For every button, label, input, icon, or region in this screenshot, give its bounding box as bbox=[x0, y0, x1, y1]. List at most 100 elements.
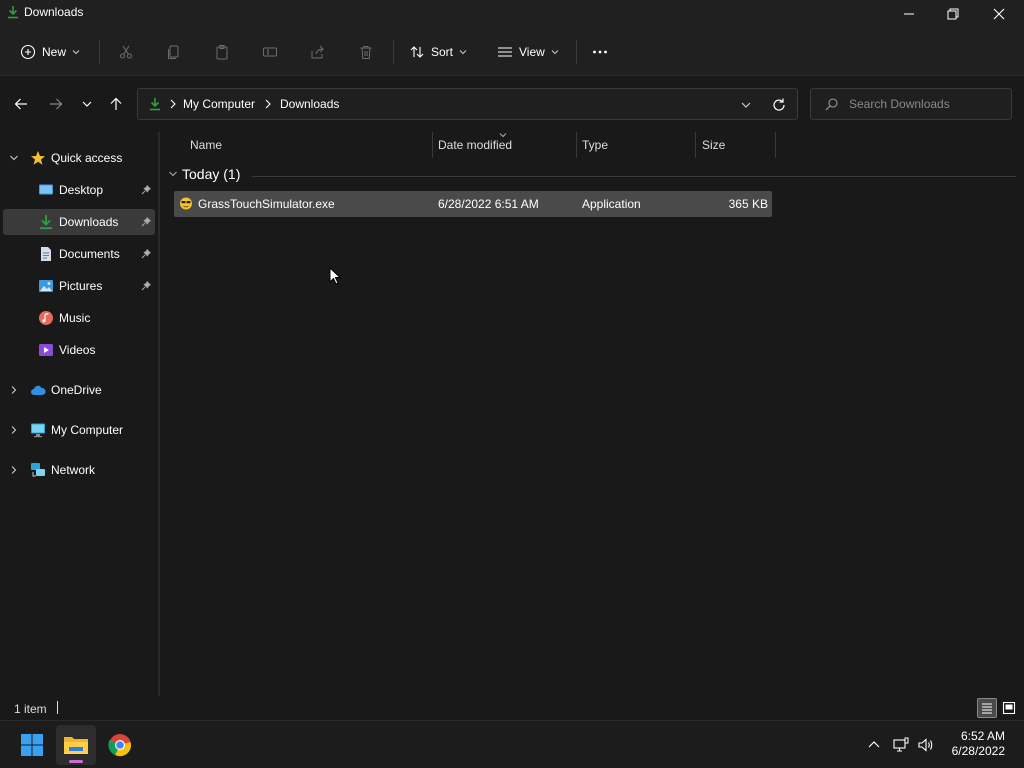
share-icon bbox=[311, 45, 324, 59]
sidebar-item-label: Documents bbox=[59, 247, 120, 261]
breadcrumb-downloads[interactable]: Downloads bbox=[280, 97, 339, 111]
start-button[interactable] bbox=[12, 725, 52, 765]
chevron-down-icon[interactable] bbox=[9, 153, 19, 163]
chevron-down-icon bbox=[169, 171, 177, 177]
list-view-icon bbox=[498, 47, 512, 57]
trash-icon bbox=[360, 46, 372, 59]
column-divider[interactable] bbox=[576, 132, 577, 158]
refresh-icon[interactable] bbox=[771, 97, 787, 113]
network-icon bbox=[31, 463, 45, 477]
chevron-right-icon[interactable] bbox=[9, 425, 19, 435]
view-label: View bbox=[519, 45, 545, 59]
taskbar: 6:52 AM 6/28/2022 bbox=[0, 720, 1024, 768]
delete-button[interactable] bbox=[358, 38, 374, 66]
sidebar-item-pictures[interactable]: Pictures bbox=[3, 273, 155, 299]
system-clock[interactable]: 6:52 AM 6/28/2022 bbox=[945, 729, 1005, 759]
clock-date: 6/28/2022 bbox=[951, 744, 1005, 758]
chevron-right-icon[interactable] bbox=[9, 385, 19, 395]
rename-button[interactable] bbox=[262, 38, 278, 66]
minimize-button[interactable] bbox=[886, 0, 932, 28]
sort-icon bbox=[410, 46, 424, 58]
sidebar-item-music[interactable]: Music bbox=[3, 305, 155, 331]
restore-button[interactable] bbox=[930, 0, 976, 28]
table-row[interactable]: GrassTouchSimulator.exe 6/28/2022 6:51 A… bbox=[174, 191, 772, 217]
pin-icon[interactable] bbox=[141, 248, 152, 259]
sidebar-item-network[interactable]: Network bbox=[3, 457, 155, 483]
windows-logo-icon bbox=[21, 734, 43, 756]
file-date-modified: 6/28/2022 6:51 AM bbox=[438, 197, 539, 211]
search-input[interactable] bbox=[849, 95, 1004, 113]
tiles-view-icon bbox=[1002, 701, 1016, 715]
column-header-type[interactable]: Type bbox=[582, 138, 608, 152]
sidebar-item-label: My Computer bbox=[51, 423, 124, 437]
view-button[interactable]: View bbox=[497, 38, 559, 66]
sidebar-item-label: Downloads bbox=[59, 215, 119, 229]
pin-icon[interactable] bbox=[141, 184, 152, 195]
large-icons-view-button[interactable] bbox=[999, 698, 1019, 718]
network-status-icon[interactable] bbox=[893, 737, 909, 753]
taskbar-chrome[interactable] bbox=[100, 725, 140, 765]
chevron-down-icon bbox=[459, 50, 467, 55]
chevron-down-icon[interactable] bbox=[739, 98, 753, 112]
more-options-button[interactable] bbox=[592, 38, 608, 66]
arrow-up-icon bbox=[110, 97, 122, 110]
chevron-down-icon bbox=[82, 101, 92, 107]
copy-icon bbox=[168, 45, 179, 59]
sidebar-item-documents[interactable]: Documents bbox=[3, 241, 155, 267]
minimize-icon bbox=[904, 13, 914, 15]
taskbar-file-explorer[interactable] bbox=[56, 725, 96, 765]
up-button[interactable] bbox=[106, 94, 126, 114]
application-icon bbox=[180, 197, 192, 210]
address-bar[interactable]: My Computer Downloads bbox=[137, 88, 798, 120]
paste-button[interactable] bbox=[214, 38, 230, 66]
sidebar-item-videos[interactable]: Videos bbox=[3, 337, 155, 363]
sidebar-item-my-computer[interactable]: My Computer bbox=[3, 417, 155, 443]
column-divider[interactable] bbox=[775, 132, 776, 158]
toolbar-divider bbox=[99, 40, 100, 64]
active-indicator bbox=[69, 760, 83, 763]
sidebar-item-quick-access[interactable]: Quick access bbox=[3, 145, 155, 171]
folder-icon bbox=[64, 737, 88, 754]
recent-locations-button[interactable] bbox=[77, 94, 97, 114]
back-button[interactable] bbox=[11, 94, 31, 114]
sidebar-item-onedrive[interactable]: OneDrive bbox=[3, 377, 155, 403]
close-button[interactable] bbox=[976, 0, 1022, 28]
plus-circle-icon bbox=[20, 44, 36, 60]
sidebar-item-label: Quick access bbox=[51, 151, 123, 165]
file-list: Name Date modified Type Size Today (1) G… bbox=[160, 132, 1024, 696]
new-button[interactable]: New bbox=[20, 38, 80, 66]
volume-icon[interactable] bbox=[918, 737, 934, 753]
share-button[interactable] bbox=[310, 38, 326, 66]
chevron-right-icon bbox=[170, 99, 176, 109]
status-bar: 1 item bbox=[0, 696, 1024, 720]
column-divider[interactable] bbox=[695, 132, 696, 158]
details-view-button[interactable] bbox=[977, 698, 997, 718]
cloud-icon bbox=[31, 385, 46, 395]
close-icon bbox=[993, 8, 1005, 20]
column-header-size[interactable]: Size bbox=[702, 138, 725, 152]
mouse-pointer-icon bbox=[329, 267, 341, 285]
details-view-icon bbox=[982, 703, 992, 714]
forward-button[interactable] bbox=[46, 94, 66, 114]
sort-button[interactable]: Sort bbox=[409, 38, 467, 66]
sidebar-item-desktop[interactable]: Desktop bbox=[3, 177, 155, 203]
sidebar-item-label: Videos bbox=[59, 343, 96, 357]
computer-icon bbox=[31, 423, 45, 438]
column-header-date-modified[interactable]: Date modified bbox=[438, 138, 512, 152]
copy-button[interactable] bbox=[166, 38, 182, 66]
cut-button[interactable] bbox=[118, 38, 134, 66]
file-type: Application bbox=[582, 197, 641, 211]
column-divider[interactable] bbox=[432, 132, 433, 158]
search-box[interactable] bbox=[810, 88, 1012, 120]
downloads-icon bbox=[150, 98, 160, 111]
sidebar-item-downloads[interactable]: Downloads bbox=[3, 209, 155, 235]
chevron-up-icon[interactable] bbox=[866, 737, 882, 753]
column-header-name[interactable]: Name bbox=[190, 138, 222, 152]
pin-icon[interactable] bbox=[141, 216, 152, 227]
pin-icon[interactable] bbox=[141, 280, 152, 291]
breadcrumb-my-computer[interactable]: My Computer bbox=[183, 97, 255, 111]
arrow-left-icon bbox=[14, 98, 27, 110]
group-header-today[interactable]: Today (1) bbox=[168, 166, 240, 182]
sidebar-item-label: Desktop bbox=[59, 183, 104, 197]
chevron-right-icon[interactable] bbox=[9, 465, 19, 475]
